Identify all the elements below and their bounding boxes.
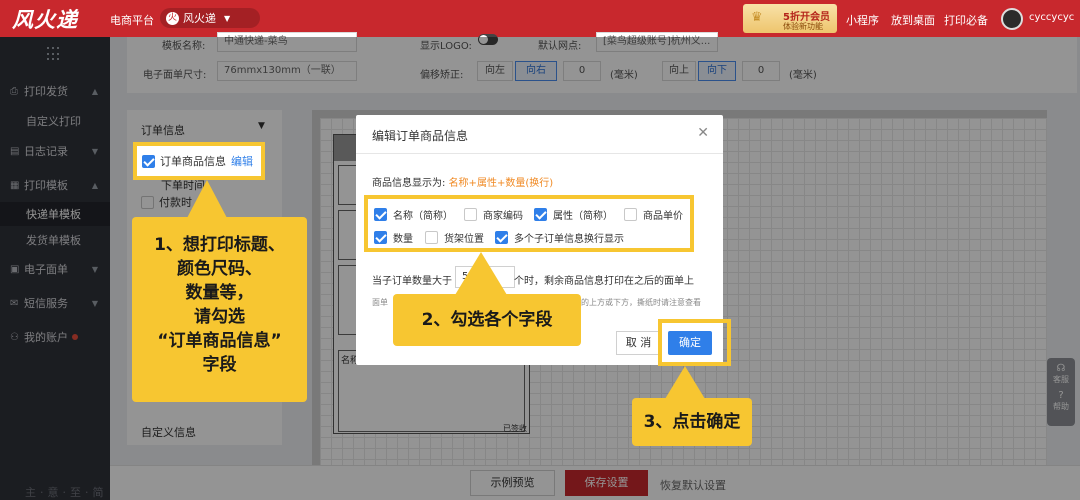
- dialog-title: 编辑订单商品信息: [372, 129, 469, 143]
- dialog-divider: [356, 153, 723, 154]
- vip-promo-banner[interactable]: ♛ 5折开会员 体验新功能: [743, 4, 837, 33]
- avatar[interactable]: [1001, 8, 1023, 30]
- callout-pointer-step3: [665, 366, 705, 399]
- nav-print-essentials[interactable]: 打印必备: [944, 12, 988, 28]
- nav-add-to-desktop[interactable]: 放到桌面: [891, 12, 935, 28]
- chevron-down-icon: ▼: [224, 13, 231, 23]
- highlight-box-step3: [658, 319, 731, 366]
- display-format-value: 名称+属性+数量(换行): [448, 178, 554, 189]
- callout-step2: 2、勾选各个字段: [393, 294, 581, 346]
- nav-mini-program[interactable]: 小程序: [846, 12, 879, 28]
- sub-order-suffix: 个时，剩余商品信息打印在之后的面单上: [514, 276, 694, 287]
- fire-icon: 火: [166, 11, 179, 25]
- close-icon[interactable]: ✕: [697, 125, 709, 141]
- note-right: 的上方或下方，撕纸时请注意查看: [581, 298, 701, 307]
- store-selector[interactable]: 火 风火递 ▼: [160, 8, 260, 28]
- callout-line: “订单商品信息”: [157, 331, 282, 351]
- display-prefix: 商品信息显示为:: [372, 178, 446, 189]
- highlight-box-step1: [133, 142, 265, 180]
- username[interactable]: cyccycyc: [1029, 12, 1074, 23]
- callout-line: 请勾选: [194, 307, 245, 327]
- promo-subtitle: 体验新功能: [783, 22, 823, 31]
- app-logo[interactable]: 风火递: [12, 4, 78, 34]
- cancel-button[interactable]: 取 消: [616, 331, 661, 355]
- note-left: 面单: [372, 298, 388, 307]
- callout-pointer-step2: [455, 252, 507, 295]
- display-format-label: 商品信息显示为: 名称+属性+数量(换行): [372, 174, 553, 189]
- highlight-box-step2: [364, 195, 694, 252]
- callout-line: 字段: [202, 355, 237, 375]
- crown-icon: ♛: [751, 10, 763, 25]
- sub-order-prefix: 当子订单数量大于: [372, 276, 452, 287]
- callout-line: 1、想打印标题、: [154, 235, 285, 255]
- callout-pointer-step1: [187, 180, 227, 218]
- callout-line: 数量等，: [185, 283, 254, 303]
- callout-step1: 1、想打印标题、 颜色尺码、 数量等， 请勾选 “订单商品信息” 字段: [132, 217, 307, 402]
- callout-step3: 3、点击确定: [632, 398, 752, 446]
- store-name: 风火递: [183, 12, 216, 25]
- top-bar: 风火递 电商平台 火 风火递 ▼ ♛ 5折开会员 体验新功能 小程序 放到桌面 …: [0, 0, 1080, 37]
- platform-label: 电商平台: [110, 14, 154, 27]
- callout-line: 颜色尺码、: [177, 259, 262, 279]
